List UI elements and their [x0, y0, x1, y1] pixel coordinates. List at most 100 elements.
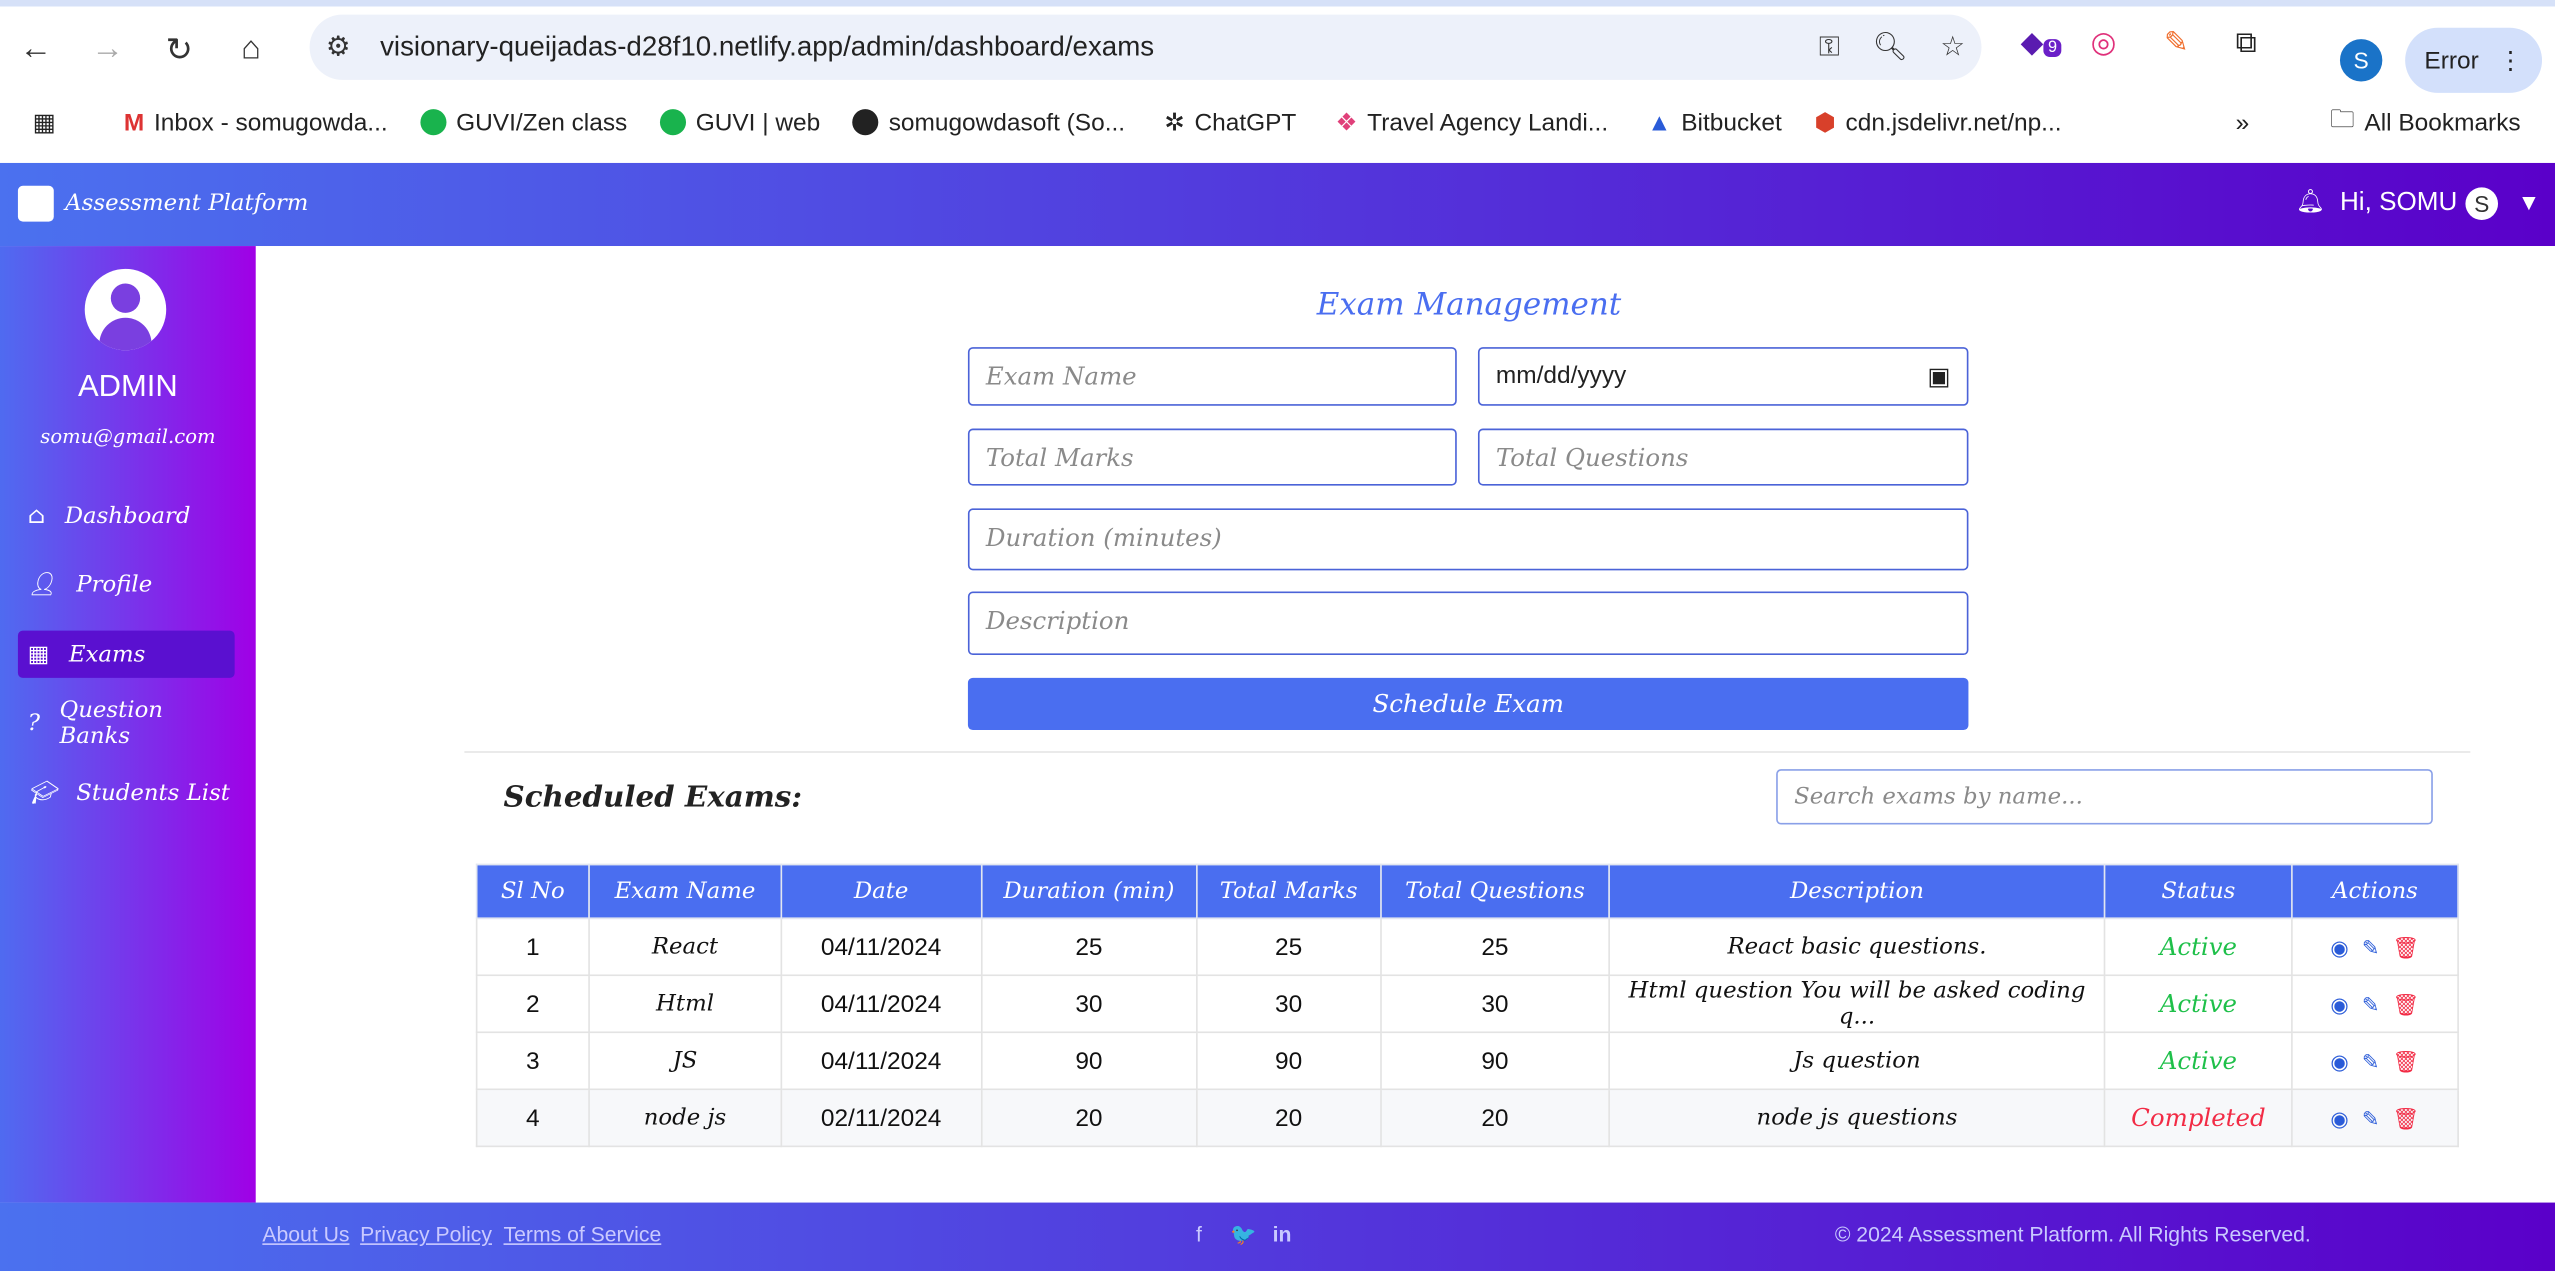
cell-marks: 20	[1195, 1088, 1382, 1148]
view-icon[interactable]: ◉	[2330, 992, 2348, 1016]
edit-icon[interactable]: ✎	[2362, 992, 2380, 1016]
edit-icon[interactable]: ✎	[2362, 1106, 2380, 1130]
search-exams-input[interactable]: Search exams by name...	[1776, 769, 2433, 825]
chevron-down-icon[interactable]: ▼	[2518, 189, 2541, 215]
sidebar-item-profile[interactable]: 👤︎ Profile	[18, 561, 235, 608]
sidebar-item-label: Exams	[68, 641, 146, 668]
sidebar-item-exams[interactable]: ▦ Exams	[17, 630, 235, 678]
key-icon[interactable]: ⚿	[1819, 31, 1840, 64]
color-extension-icon[interactable]: ◎	[2091, 26, 2117, 60]
all-bookmarks[interactable]: 🗀 All Bookmarks	[2330, 102, 2520, 143]
twitter-icon[interactable]: 🐦	[1230, 1222, 1256, 1248]
bookmark-guvi-web[interactable]: GUVI | web	[659, 108, 821, 137]
duration-input[interactable]: Duration (minutes)	[967, 508, 1969, 571]
total-questions-input[interactable]: Total Questions	[1477, 428, 1969, 486]
user-avatar[interactable]: S	[2465, 187, 2499, 220]
trash-icon[interactable]: 🗑︎	[2393, 1049, 2420, 1073]
reload-icon[interactable]: ↻	[143, 29, 215, 70]
bell-icon[interactable]: 🔔︎	[2296, 187, 2325, 215]
brand-name[interactable]: Assessment Platform	[65, 191, 308, 217]
bookmark-guvi-zen[interactable]: GUVI/Zen class	[420, 108, 627, 136]
cell-name: JS	[588, 1031, 782, 1091]
calendar-icon[interactable]: ▣	[1927, 362, 1950, 391]
view-icon[interactable]: ◉	[2330, 935, 2348, 959]
cell-sl: 3	[475, 1031, 590, 1091]
privacy-link[interactable]: Privacy Policy	[360, 1222, 492, 1246]
sidebar-item-question-banks[interactable]: ? Question Banks	[18, 697, 235, 749]
cell-description: Js question	[1608, 1031, 2106, 1091]
home-icon[interactable]: ⌂	[215, 30, 287, 67]
star-icon[interactable]: ☆	[1940, 31, 1965, 64]
zoom-icon[interactable]: 🔍︎	[1873, 31, 1908, 64]
facebook-icon[interactable]: f	[1196, 1222, 1202, 1246]
main-content: Exam Management Exam Name mm/dd/yyyy ▣ To…	[255, 246, 2555, 1203]
profile-avatar[interactable]: S	[2339, 39, 2383, 82]
view-icon[interactable]: ◉	[2330, 1049, 2348, 1073]
total-marks-input[interactable]: Total Marks	[967, 428, 1457, 486]
divider	[464, 751, 2471, 753]
back-icon[interactable]: ←	[0, 30, 72, 67]
trash-icon[interactable]: 🗑︎	[2393, 992, 2420, 1016]
greeting[interactable]: Hi, SOMU	[2340, 189, 2457, 218]
puzzle-icon[interactable]: ⧉	[2236, 26, 2257, 60]
url-text[interactable]: visionary-queijadas-d28f10.netlify.app/a…	[380, 31, 1154, 64]
bookmark-chatgpt[interactable]: ✲ ChatGPT	[1164, 108, 1296, 137]
cell-name: Html	[588, 974, 782, 1034]
cell-description: node js questions	[1608, 1088, 2106, 1148]
table-row: 3 JS 04/11/2024 90 90 90 Js question Active ◉ ✎ 🗑︎	[475, 1031, 2459, 1091]
view-icon[interactable]: ◉	[2330, 1106, 2348, 1130]
guvi-icon	[659, 109, 686, 136]
sidebar-item-dashboard[interactable]: ⌂ Dashboard	[18, 492, 235, 539]
column-header: Date	[780, 863, 983, 920]
bookmark-bitbucket[interactable]: ▲ Bitbucket	[1647, 108, 1782, 136]
bookmark-figma[interactable]: ❖ Travel Agency Landi...	[1335, 108, 1608, 137]
cell-questions: 25	[1380, 917, 1610, 977]
scheduled-exams-heading: Scheduled Exams:	[503, 780, 803, 815]
sidebar-item-label: Dashboard	[64, 502, 191, 529]
extension-icon[interactable]: ◆ 9	[2021, 26, 2062, 60]
pen-extension-icon[interactable]: ✎	[2164, 26, 2189, 60]
browser-chrome: ← → ↻ ⌂ ⚙ visionary-queijadas-d28f10.net…	[0, 0, 2555, 163]
cell-questions: 20	[1380, 1088, 1610, 1148]
table-row: 4 node js 02/11/2024 20 20 20 node js question…	[475, 1088, 2459, 1148]
exams-table: Sl No Exam Name Date Duration (min) Total Ma…	[475, 863, 2459, 1148]
forward-icon[interactable]: →	[72, 30, 144, 67]
home-icon: ⌂	[27, 502, 46, 529]
edit-icon[interactable]: ✎	[2362, 1049, 2380, 1073]
trash-icon[interactable]: 🗑︎	[2393, 1106, 2420, 1130]
linkedin-icon[interactable]: in	[1273, 1222, 1292, 1246]
actions-cell: ◉ ✎ 🗑︎	[2291, 1088, 2459, 1148]
edit-icon[interactable]: ✎	[2362, 935, 2380, 959]
bookmark-jsdelivr[interactable]: ⬢ cdn.jsdelivr.net/np...	[1814, 108, 2061, 137]
column-header: Status	[2104, 863, 2293, 920]
date-input[interactable]: mm/dd/yyyy ▣	[1477, 347, 1969, 406]
cell-name: React	[588, 917, 782, 977]
bookmark-github[interactable]: somugowdasoft (So...	[852, 108, 1125, 136]
cell-date: 04/11/2024	[780, 974, 983, 1034]
bookmark-label: GUVI | web	[695, 108, 821, 137]
description-input[interactable]: Description	[967, 591, 1969, 656]
cell-marks: 25	[1195, 917, 1382, 977]
about-link[interactable]: About Us	[262, 1222, 349, 1246]
graduate-icon: 🎓︎	[27, 779, 57, 806]
error-label: Error	[2424, 46, 2479, 75]
bookmark-label: Inbox - somugowda...	[153, 108, 388, 137]
cell-status: Active	[2104, 1031, 2293, 1091]
exam-name-input[interactable]: Exam Name	[967, 347, 1457, 406]
folder-icon: 🗀	[2330, 105, 2355, 133]
cell-duration: 25	[980, 917, 1198, 977]
apps-icon[interactable]: ▦	[33, 108, 69, 137]
sidebar-item-students-list[interactable]: 🎓︎ Students List	[18, 769, 235, 816]
error-button[interactable]: Error ⋮	[2405, 27, 2543, 93]
bookmark-label: Bitbucket	[1681, 108, 1782, 137]
bookmark-gmail[interactable]: M Inbox - somugowda...	[124, 108, 388, 136]
column-header: Total Marks	[1195, 863, 1382, 920]
more-bookmarks[interactable]: »	[2236, 108, 2250, 136]
trash-icon[interactable]: 🗑︎	[2393, 935, 2420, 959]
schedule-exam-button[interactable]: Schedule Exam	[967, 677, 1969, 731]
sidebar-item-label: Profile	[76, 571, 153, 598]
site-info-icon[interactable]: ⚙	[326, 31, 351, 64]
address-bar[interactable]: ⚙ visionary-queijadas-d28f10.netlify.app…	[309, 14, 1982, 80]
cell-sl: 1	[475, 917, 590, 977]
terms-link[interactable]: Terms of Service	[504, 1222, 662, 1246]
